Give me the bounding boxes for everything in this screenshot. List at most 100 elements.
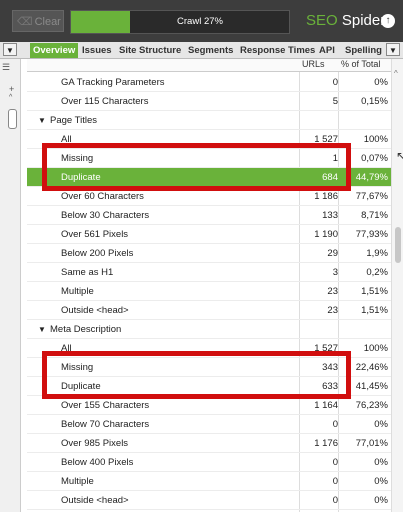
row-urls: 29: [327, 248, 338, 259]
left-pane: ☰ + ^: [0, 59, 21, 512]
row-label: Over 985 Pixels: [61, 438, 129, 449]
cursor-icon: ↖: [396, 149, 403, 163]
row-urls: 0: [332, 419, 338, 430]
group-row[interactable]: ▼ Meta Description: [27, 320, 391, 339]
arrow-up-icon[interactable]: ↑: [381, 14, 395, 28]
row-label: Page Titles: [50, 115, 97, 126]
plus-icon[interactable]: +: [9, 84, 14, 94]
table-row[interactable]: Over 985 Pixels 1 176 77,01%: [27, 434, 391, 453]
highlight-box-page-titles: [42, 143, 351, 191]
row-percent: 0%: [374, 77, 388, 88]
expand-triangle-icon[interactable]: ▼: [38, 111, 46, 130]
brand-spider: Spider: [337, 12, 386, 29]
table-row[interactable]: Multiple 23 1,51%: [27, 282, 391, 301]
row-urls: 23: [327, 305, 338, 316]
table-row[interactable]: GA Tracking Parameters 0 0%: [27, 73, 391, 92]
row-percent: 1,51%: [361, 286, 388, 297]
row-label: Outside <head>: [61, 495, 129, 506]
top-toolbar: ⌫ Clear Crawl 27% SEO Spider ↑: [0, 0, 403, 42]
overview-table: URLs % of Total GA Tracking Parameters 0 0…: [27, 59, 391, 512]
row-percent: 1,51%: [361, 305, 388, 316]
row-urls: 1 190: [314, 229, 338, 240]
row-label: Same as H1: [61, 267, 114, 278]
row-percent: 76,23%: [355, 400, 388, 411]
row-percent: 100%: [363, 134, 388, 145]
row-percent: 77,67%: [355, 191, 388, 202]
vertical-scrollbar[interactable]: ^: [391, 59, 403, 512]
row-percent: 0%: [374, 495, 388, 506]
row-percent: 41,45%: [355, 381, 388, 392]
tabs-dropdown-icon[interactable]: ▼: [386, 43, 400, 56]
row-percent: 0%: [374, 476, 388, 487]
clear-button[interactable]: ⌫ Clear: [12, 10, 64, 32]
column-header-urls[interactable]: URLs: [302, 59, 325, 69]
table-row[interactable]: Same as H1 3 0,2%: [27, 263, 391, 282]
row-label: Multiple: [61, 286, 94, 297]
eraser-icon: ⌫: [17, 16, 33, 28]
left-dropdown-icon[interactable]: ▼: [3, 43, 17, 56]
row-percent: 77,93%: [355, 229, 388, 240]
tab-overview[interactable]: Overview: [30, 43, 79, 58]
tab-segments[interactable]: Segments: [185, 43, 236, 58]
row-percent: 1,9%: [366, 248, 388, 259]
row-percent: 0,07%: [361, 153, 388, 164]
clear-label: Clear: [34, 16, 61, 28]
row-label: Below 30 Characters: [61, 210, 150, 221]
table-row[interactable]: Multiple 0 0%: [27, 472, 391, 491]
row-label: Multiple: [61, 476, 94, 487]
row-urls: 1 176: [314, 438, 338, 449]
table-row[interactable]: Over 115 Characters 5 0,15%: [27, 92, 391, 111]
row-urls: 0: [332, 77, 338, 88]
crawl-progress-bar: Crawl 27%: [70, 10, 290, 34]
table-row[interactable]: Outside <head> 0 0%: [27, 491, 391, 510]
tab-api[interactable]: API: [316, 43, 338, 58]
row-urls: 133: [322, 210, 338, 221]
table-row[interactable]: Over 561 Pixels 1 190 77,93%: [27, 225, 391, 244]
row-label: Below 400 Pixels: [61, 457, 134, 468]
row-percent: 44,79%: [355, 172, 388, 183]
row-percent: 0%: [374, 419, 388, 430]
tab-bar: ▼ Overview Issues Site Structure Segment…: [0, 42, 403, 59]
row-percent: 22,46%: [355, 362, 388, 373]
row-urls: 0: [332, 495, 338, 506]
row-percent: 0,15%: [361, 96, 388, 107]
scroll-up-icon[interactable]: ^: [394, 69, 398, 78]
table-row[interactable]: Below 30 Characters 133 8,71%: [27, 206, 391, 225]
row-percent: 100%: [363, 343, 388, 354]
row-label: GA Tracking Parameters: [61, 77, 165, 88]
row-percent: 0,2%: [366, 267, 388, 278]
row-label: Below 70 Characters: [61, 419, 150, 430]
row-urls: 0: [332, 476, 338, 487]
row-label: Over 115 Characters: [61, 96, 149, 107]
group-row[interactable]: ▼ Page Titles: [27, 111, 391, 130]
brand-seo: SEO: [306, 12, 338, 29]
scrollbar-thumb[interactable]: [395, 227, 401, 263]
table-row[interactable]: Below 200 Pixels 29 1,9%: [27, 244, 391, 263]
table-row[interactable]: Below 400 Pixels 0 0%: [27, 453, 391, 472]
row-label: Meta Description: [50, 324, 122, 335]
crawl-progress-label: Crawl 27%: [177, 16, 223, 27]
row-urls: 5: [332, 96, 338, 107]
table-row[interactable]: Outside <head> 23 1,51%: [27, 301, 391, 320]
row-urls: 3: [332, 267, 338, 278]
row-label: Outside <head>: [61, 305, 129, 316]
row-label: Over 561 Pixels: [61, 229, 129, 240]
brand-logo: SEO Spider: [306, 12, 385, 29]
filter-settings-icon[interactable]: ☰: [2, 62, 10, 73]
row-percent: 0%: [374, 457, 388, 468]
left-scroll-thumb[interactable]: [8, 109, 17, 129]
tab-response-times[interactable]: Response Times: [237, 43, 318, 58]
row-urls: 23: [327, 286, 338, 297]
tab-issues[interactable]: Issues: [79, 43, 115, 58]
expand-triangle-icon[interactable]: ▼: [38, 320, 46, 339]
table-header: URLs % of Total: [27, 59, 391, 72]
caret-up-icon[interactable]: ^: [9, 94, 12, 101]
tab-spelling[interactable]: Spelling: [342, 43, 385, 58]
row-urls: 0: [332, 457, 338, 468]
row-label: Below 200 Pixels: [61, 248, 134, 259]
table-row[interactable]: Below 70 Characters 0 0%: [27, 415, 391, 434]
row-percent: 8,71%: [361, 210, 388, 221]
tab-site-structure[interactable]: Site Structure: [116, 43, 184, 58]
column-header-pct[interactable]: % of Total: [341, 59, 380, 69]
row-percent: 77,01%: [355, 438, 388, 449]
